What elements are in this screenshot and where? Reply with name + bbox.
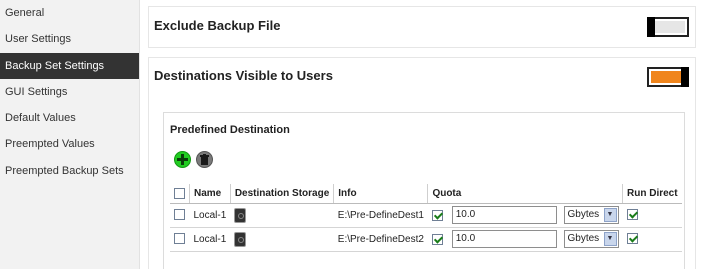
trash-icon <box>200 154 209 165</box>
row-select-cell <box>170 227 190 252</box>
sidebar-item-gui-settings[interactable]: GUI Settings <box>0 79 139 105</box>
storage-cell <box>230 203 334 228</box>
column-header-quota: Quota <box>427 184 623 204</box>
destination-name: Local-1 <box>189 203 231 228</box>
chevron-down-icon: ▼ <box>603 232 617 246</box>
run-direct-checkbox[interactable] <box>626 209 638 221</box>
table-row: Local-1 E:\Pre-DefineDest2 10.0 Gbytes ▼ <box>170 227 682 252</box>
destinations-visible-title: Destinations Visible to Users <box>154 68 333 83</box>
select-all-checkbox[interactable] <box>174 187 185 199</box>
quota-unit-value: Gbytes <box>567 209 600 220</box>
delete-destination-button[interactable] <box>196 151 213 168</box>
run-direct-checkbox[interactable] <box>626 233 638 245</box>
storage-cell <box>230 227 334 252</box>
column-header-destination-storage: Destination Storage <box>229 184 334 204</box>
quota-cell: 10.0 Gbytes ▼ <box>427 203 623 228</box>
exclude-backup-file-toggle[interactable] <box>647 17 689 37</box>
quota-enable-checkbox[interactable] <box>431 233 443 245</box>
row-select-checkbox[interactable] <box>174 209 185 221</box>
row-select-checkbox[interactable] <box>174 233 185 245</box>
sidebar-item-backup-set-settings[interactable]: Backup Set Settings <box>0 52 139 79</box>
sidebar: General User Settings Backup Set Setting… <box>0 0 140 269</box>
quota-unit-value: Gbytes <box>567 233 600 244</box>
quota-input[interactable]: 10.0 <box>451 206 557 224</box>
predefined-destination-title: Predefined Destination <box>170 124 290 136</box>
destinations-visible-toggle[interactable] <box>647 67 689 87</box>
toggle-knob <box>647 17 655 37</box>
sidebar-item-default-values[interactable]: Default Values <box>0 105 139 131</box>
sidebar-item-user-settings[interactable]: User Settings <box>0 26 139 52</box>
main-content: Exclude Backup File Destinations Visible… <box>141 0 703 269</box>
quota-cell: 10.0 Gbytes ▼ <box>427 227 623 252</box>
destination-info: E:\Pre-DefineDest2 <box>333 227 428 252</box>
toggle-knob <box>681 67 689 87</box>
exclude-backup-file-panel: Exclude Backup File <box>148 6 696 48</box>
local-drive-icon <box>234 231 247 247</box>
column-header-info: Info <box>333 184 428 204</box>
sidebar-item-preempted-values[interactable]: Preempted Values <box>0 131 139 157</box>
run-direct-cell <box>622 203 682 228</box>
predefined-destination-box: Predefined Destination Name Destination … <box>163 112 685 269</box>
chevron-down-icon: ▼ <box>603 208 617 222</box>
local-drive-icon <box>234 207 247 223</box>
column-header-name: Name <box>189 184 231 204</box>
run-direct-cell <box>622 227 682 252</box>
add-icon <box>177 154 188 165</box>
quota-unit-select[interactable]: Gbytes ▼ <box>563 206 619 224</box>
quota-enable-checkbox[interactable] <box>431 209 443 221</box>
select-all-header <box>170 184 190 204</box>
column-header-run-direct: Run Direct <box>621 184 682 204</box>
table-row: Local-1 E:\Pre-DefineDest1 10.0 Gbytes ▼ <box>170 203 682 228</box>
row-select-cell <box>170 203 190 228</box>
destination-name: Local-1 <box>189 227 231 252</box>
quota-unit-select[interactable]: Gbytes ▼ <box>563 230 619 248</box>
toggle-track <box>655 21 685 33</box>
add-destination-button[interactable] <box>174 151 191 168</box>
destination-info: E:\Pre-DefineDest1 <box>333 203 428 228</box>
sidebar-item-preempted-backup-sets[interactable]: Preempted Backup Sets <box>0 158 139 184</box>
quota-input[interactable]: 10.0 <box>451 230 557 248</box>
toggle-track <box>651 71 681 83</box>
destination-table: Name Destination Storage Info Quota Run … <box>170 184 682 252</box>
table-header-row: Name Destination Storage Info Quota Run … <box>170 184 682 204</box>
sidebar-item-general[interactable]: General <box>0 0 139 26</box>
exclude-backup-file-title: Exclude Backup File <box>154 18 281 33</box>
